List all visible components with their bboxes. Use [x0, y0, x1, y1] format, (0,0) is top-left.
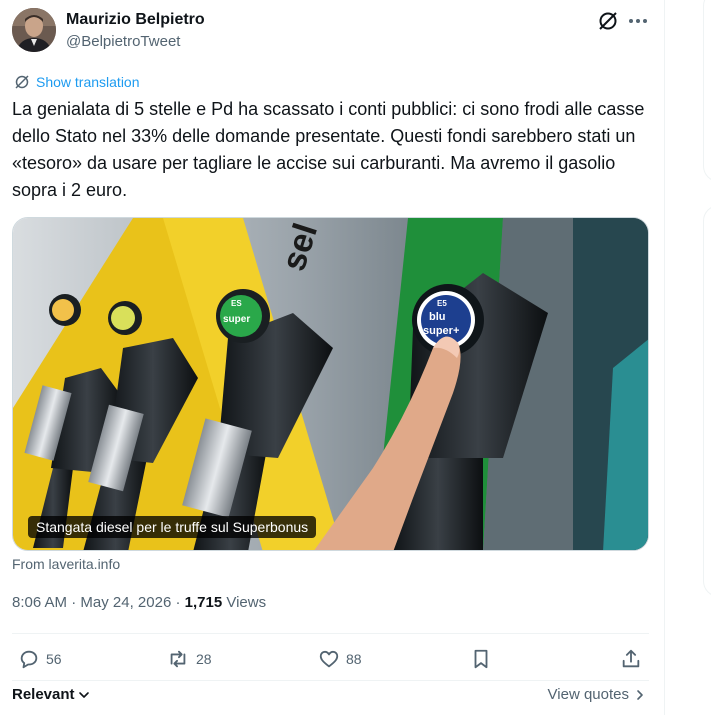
heart-icon [319, 650, 339, 668]
author-name[interactable]: Maurizio Belpietro [66, 11, 205, 29]
tweet-header: Maurizio Belpietro @BelpietroTweet [12, 8, 652, 56]
sidebar-card [703, 0, 711, 182]
view-quotes-label[interactable]: View quotes [548, 686, 629, 703]
reply-count: 56 [46, 651, 62, 667]
pump-super-label: super [223, 314, 250, 325]
tweet-text: La genialata di 5 stelle e Pd ha scassat… [12, 99, 645, 200]
meta-separator: · [175, 594, 181, 611]
like-count: 88 [346, 651, 362, 667]
more-options-icon[interactable] [626, 10, 650, 32]
chevron-right-icon [637, 689, 643, 700]
pump-e5-blue-label: E5 [437, 299, 447, 308]
views-label: Views [226, 594, 267, 611]
share-icon [622, 649, 640, 668]
grok-translate-icon [15, 75, 29, 89]
grok-icon[interactable] [597, 10, 619, 32]
sidebar-card [703, 205, 711, 597]
show-translation-link[interactable]: Show translation [14, 73, 140, 91]
bookmark-icon [474, 649, 488, 669]
repost-icon [170, 650, 186, 668]
bookmark-button[interactable] [470, 648, 492, 670]
media-caption: Stangata diesel per le truffe sul Superb… [28, 516, 317, 538]
divider [12, 680, 649, 681]
reply-icon [20, 650, 38, 669]
sort-label[interactable]: Relevant [12, 686, 75, 703]
fuel-pump-photo: sel ES super E5 blu super+ [13, 218, 648, 550]
link-source[interactable]: From laverita.info [12, 556, 120, 572]
view-quotes-link[interactable]: View quotes [548, 686, 645, 703]
avatar-photo [12, 8, 56, 52]
sort-replies-dropdown[interactable]: Relevant [12, 686, 91, 703]
tweet-time[interactable]: 8:06 AM [12, 594, 67, 611]
pump-e5-label: ES [231, 299, 242, 308]
repost-button[interactable]: 28 [166, 648, 212, 670]
action-bar: 56 28 88 [12, 648, 649, 674]
meta-separator: · [71, 594, 77, 611]
tweet-date[interactable]: May 24, 2026 [80, 594, 171, 611]
share-button[interactable] [620, 648, 642, 670]
tweet-meta: 8:06 AM · May 24, 2026 · 1,715 Views [12, 594, 266, 611]
repost-count: 28 [196, 651, 212, 667]
pump-blu-label: blu [429, 311, 446, 323]
reply-button[interactable]: 56 [18, 648, 62, 670]
show-translation-label[interactable]: Show translation [36, 74, 140, 90]
right-sidebar [666, 0, 711, 715]
chevron-down-icon [78, 691, 89, 698]
tweet-detail-column: Maurizio Belpietro @BelpietroTweet Show … [0, 0, 665, 715]
author-handle[interactable]: @BelpietroTweet [66, 33, 180, 50]
avatar[interactable] [12, 8, 56, 52]
tweet-media[interactable]: sel ES super E5 blu super+ Stangata dies… [12, 217, 649, 551]
like-button[interactable]: 88 [318, 648, 362, 670]
views-count: 1,715 [184, 594, 223, 611]
pump-superplus-label: super+ [423, 325, 459, 337]
divider [12, 633, 649, 634]
replies-footer: Relevant View quotes [12, 684, 649, 708]
